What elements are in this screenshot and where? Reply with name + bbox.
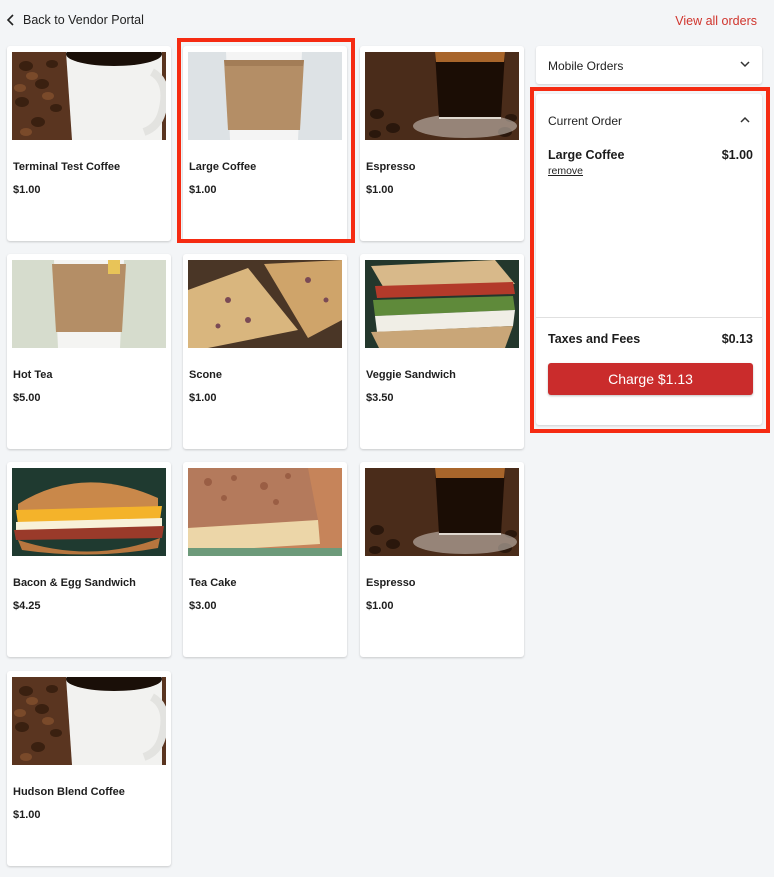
product-name: Terminal Test Coffee <box>13 161 121 173</box>
current-order-panel: Current Order Large Coffee $1.00 remove … <box>536 94 762 425</box>
product-name: Espresso <box>366 577 416 589</box>
product-image-coffee-mug <box>12 52 166 140</box>
back-link-label: Back to Vendor Portal <box>23 13 144 27</box>
product-image-espresso-glass <box>365 52 519 140</box>
order-item-price: $1.00 <box>721 148 753 162</box>
product-price: $1.00 <box>366 600 394 612</box>
product-card-tea-cake[interactable]: Tea Cake $3.00 <box>183 462 347 657</box>
mobile-orders-panel[interactable]: Mobile Orders <box>536 46 762 84</box>
product-image-panini <box>365 260 519 348</box>
taxes-label: Taxes and Fees <box>548 332 641 346</box>
chevron-down-icon <box>740 61 750 68</box>
product-name: Veggie Sandwich <box>366 369 456 381</box>
product-price: $1.00 <box>13 809 41 821</box>
product-image-coffee-cake <box>188 468 342 556</box>
divider <box>536 317 762 318</box>
mobile-orders-title: Mobile Orders <box>548 59 624 73</box>
product-price: $1.00 <box>189 392 217 404</box>
product-price: $3.50 <box>366 392 394 404</box>
chevron-left-icon <box>6 14 14 26</box>
product-card-hudson-blend-coffee[interactable]: Hudson Blend Coffee $1.00 <box>7 671 171 866</box>
product-name: Large Coffee <box>189 161 257 173</box>
product-card-bacon-egg-sandwich[interactable]: Bacon & Egg Sandwich $4.25 <box>7 462 171 657</box>
product-name: Hudson Blend Coffee <box>13 786 125 798</box>
product-price: $3.00 <box>189 600 217 612</box>
product-name: Hot Tea <box>13 369 53 381</box>
product-card-hot-tea[interactable]: Hot Tea $5.00 <box>7 254 171 449</box>
product-price: $1.00 <box>366 184 394 196</box>
product-price: $1.00 <box>13 184 41 196</box>
product-image-paper-cup <box>188 52 342 140</box>
top-bar: Back to Vendor Portal View all orders <box>0 0 774 44</box>
product-name: Bacon & Egg Sandwich <box>13 577 136 589</box>
product-card-espresso-2[interactable]: Espresso $1.00 <box>360 462 524 657</box>
product-price: $4.25 <box>13 600 41 612</box>
product-price: $1.00 <box>189 184 217 196</box>
product-name: Tea Cake <box>189 577 237 589</box>
product-image-scone <box>188 260 342 348</box>
product-image-coffee-mug <box>12 677 166 765</box>
back-to-vendor-portal-link[interactable]: Back to Vendor Portal <box>6 13 144 27</box>
charge-button[interactable]: Charge $1.13 <box>548 363 753 395</box>
product-price: $5.00 <box>13 392 41 404</box>
remove-item-link[interactable]: remove <box>548 165 583 177</box>
product-image-breakfast-sandwich <box>12 468 166 556</box>
view-all-orders-link[interactable]: View all orders <box>675 14 757 28</box>
product-card-scone[interactable]: Scone $1.00 <box>183 254 347 449</box>
product-name: Scone <box>189 369 223 381</box>
product-image-paper-cup <box>12 260 166 348</box>
product-image-espresso-glass <box>365 468 519 556</box>
taxes-value: $0.13 <box>721 332 753 346</box>
product-card-large-coffee[interactable]: Large Coffee $1.00 <box>183 46 347 241</box>
product-card-terminal-test-coffee[interactable]: Terminal Test Coffee $1.00 <box>7 46 171 241</box>
current-order-title: Current Order <box>548 114 623 128</box>
product-card-veggie-sandwich[interactable]: Veggie Sandwich $3.50 <box>360 254 524 449</box>
product-name: Espresso <box>366 161 416 173</box>
product-card-espresso[interactable]: Espresso $1.00 <box>360 46 524 241</box>
order-item-name: Large Coffee <box>548 148 625 162</box>
chevron-up-icon[interactable] <box>740 116 750 123</box>
